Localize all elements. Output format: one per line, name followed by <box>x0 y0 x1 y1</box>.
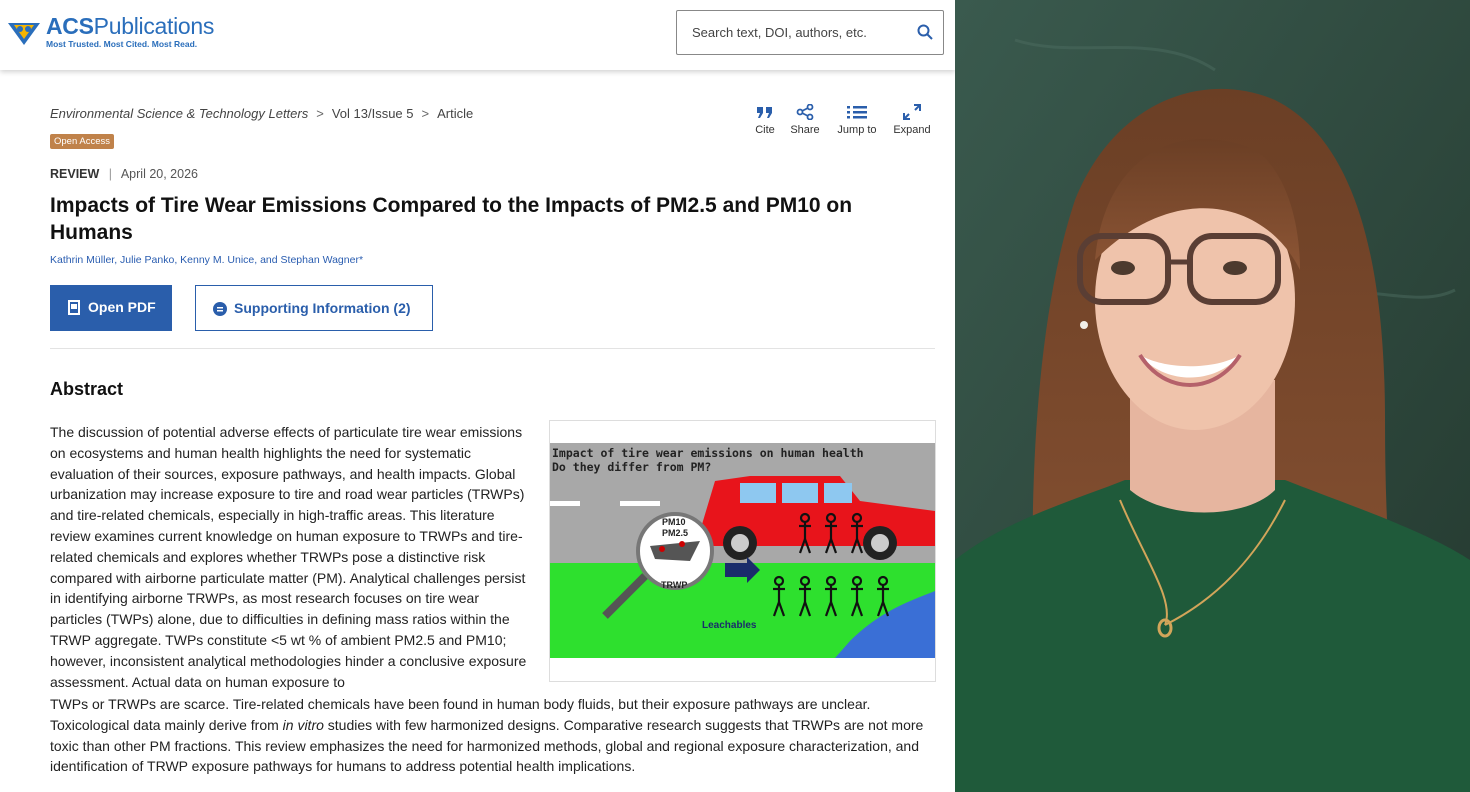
cite-button[interactable]: Cite <box>753 104 777 136</box>
toc-title-line2: Do they differ from PM? <box>552 460 711 474</box>
list-icon <box>847 106 867 119</box>
leachables-label: Leachables <box>702 620 757 631</box>
toc-title-line1: Impact of tire wear emissions on human h… <box>552 446 864 460</box>
article-meta: REVIEW | April 20, 2026 <box>50 167 198 181</box>
article-type: REVIEW <box>50 167 100 181</box>
expand-button[interactable]: Expand <box>892 104 932 136</box>
logo-wordmark: ACSPublications <box>46 13 215 39</box>
expand-icon <box>903 104 921 120</box>
open-pdf-label: Open PDF <box>88 299 156 315</box>
abstract-heading: Abstract <box>50 379 124 399</box>
jump-to-label: Jump to <box>837 124 877 136</box>
pm25-label: PM2.5 <box>662 528 688 538</box>
divider <box>50 348 935 349</box>
pm10-label: PM10 <box>662 517 686 527</box>
breadcrumb-type: Article <box>437 106 474 121</box>
open-access-badge: Open Access <box>50 134 114 149</box>
breadcrumb-separator: > <box>421 106 430 121</box>
breadcrumb-issue[interactable]: Vol 13/Issue 5 <box>332 106 414 121</box>
article-page: ACSPublications Most Trusted. Most Cited… <box>0 0 955 792</box>
supporting-info-label: Supporting Information (2) <box>234 300 411 316</box>
share-button[interactable]: Share <box>789 104 821 136</box>
supporting-info-button[interactable]: Supporting Information (2) <box>195 285 433 331</box>
breadcrumb-separator: > <box>316 106 324 121</box>
logo-tagline: Most Trusted. Most Cited. Most Read. <box>46 39 198 49</box>
share-label: Share <box>790 124 820 136</box>
expand-label: Expand <box>893 124 931 136</box>
article-title: Impacts of Tire Wear Emissions Compared … <box>50 194 853 244</box>
search-icon[interactable] <box>917 24 933 40</box>
trwp-label: TRWP <box>661 580 687 590</box>
author-photo <box>955 0 1470 792</box>
share-icon <box>796 104 814 120</box>
supporting-info-icon <box>213 302 227 316</box>
acs-logo-icon <box>8 23 40 45</box>
site-header: ACSPublications Most Trusted. Most Cited… <box>0 0 955 70</box>
quote-icon <box>757 107 772 118</box>
pdf-icon <box>68 300 80 315</box>
meta-divider: | <box>108 167 113 181</box>
search-placeholder: Search text, DOI, authors, etc. <box>692 25 867 40</box>
abstract-text: The discussion of potential adverse effe… <box>50 424 527 690</box>
author-list[interactable]: Kathrin Müller, Julie Panko, Kenny M. Un… <box>50 254 363 266</box>
abstract-italic: in vitro <box>282 716 324 733</box>
breadcrumb-journal[interactable]: Environmental Science & Technology Lette… <box>50 106 308 121</box>
toc-graphic[interactable]: Impact of tire wear emissions on human h… <box>549 420 936 682</box>
cite-label: Cite <box>755 124 775 136</box>
toc-illustration: Impact of tire wear emissions on human h… <box>550 443 935 658</box>
breadcrumb: Environmental Science & Technology Lette… <box>50 106 473 121</box>
jump-to-button[interactable]: Jump to <box>834 104 880 136</box>
open-pdf-button[interactable]: Open PDF <box>50 285 172 331</box>
publication-date: April 20, 2026 <box>120 167 198 181</box>
abstract-text-continued: TWPs or TRWPs are scarce. Tire-related c… <box>50 694 950 777</box>
acs-logo[interactable]: ACSPublications Most Trusted. Most Cited… <box>6 13 266 53</box>
portrait-illustration <box>955 0 1470 792</box>
search-input[interactable]: Search text, DOI, authors, etc. <box>676 10 944 55</box>
